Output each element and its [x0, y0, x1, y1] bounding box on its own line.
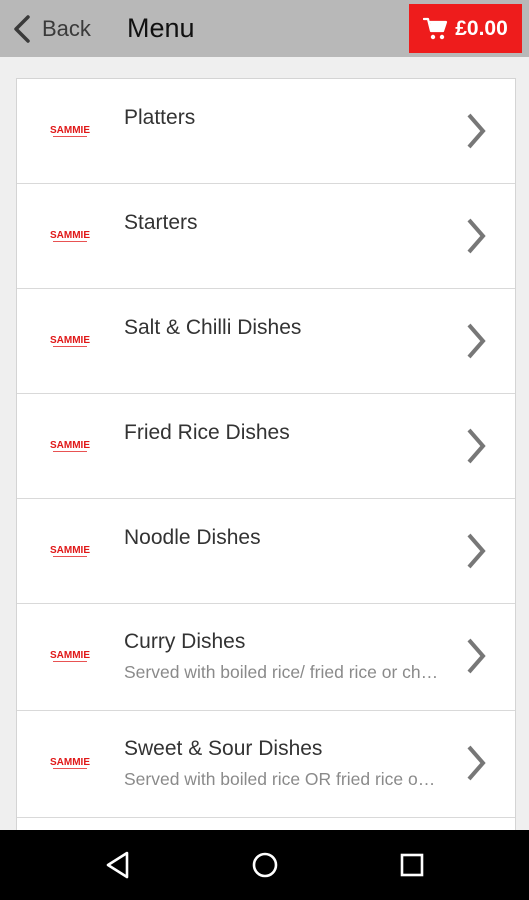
- category-title: Sweet & Sour Dishes: [124, 737, 323, 760]
- back-triangle-icon[interactable]: [103, 850, 133, 880]
- back-button[interactable]: Back: [12, 0, 91, 57]
- category-title: Fried Rice Dishes: [124, 421, 290, 444]
- menu-category-curry[interactable]: SAMMIE Curry Dishes Served with boiled r…: [17, 604, 515, 711]
- svg-text:SAMMIE: SAMMIE: [50, 230, 90, 241]
- svg-text:SAMMIE: SAMMIE: [50, 125, 90, 136]
- svg-text:SAMMIE: SAMMIE: [50, 335, 90, 346]
- chevron-right-icon: [465, 744, 487, 782]
- category-title: Platters: [124, 106, 196, 129]
- sammie-logo: SAMMIE: [45, 228, 95, 244]
- svg-text:SAMMIE: SAMMIE: [50, 650, 90, 661]
- home-circle-icon[interactable]: [250, 850, 280, 880]
- system-nav-bar: [0, 830, 529, 900]
- sammie-logo: SAMMIE: [45, 123, 95, 139]
- sammie-logo: SAMMIE: [45, 648, 95, 664]
- menu-category-noodle[interactable]: SAMMIE Noodle Dishes: [17, 499, 515, 604]
- sammie-logo: SAMMIE: [45, 543, 95, 559]
- back-label: Back: [42, 15, 91, 41]
- category-title: Noodle Dishes: [124, 526, 261, 549]
- svg-text:SAMMIE: SAMMIE: [50, 545, 90, 556]
- menu-category-sweet-sour[interactable]: SAMMIE Sweet & Sour Dishes Served with b…: [17, 711, 515, 818]
- cart-button[interactable]: £0.00: [409, 4, 522, 53]
- category-title: Curry Dishes: [124, 630, 246, 653]
- chevron-left-icon: [14, 14, 30, 43]
- chevron-right-icon: [465, 112, 487, 150]
- sammie-logo: SAMMIE: [45, 755, 95, 771]
- category-title: Starters: [124, 211, 198, 234]
- page-title: Menu: [127, 13, 195, 43]
- sammie-logo: SAMMIE: [45, 438, 95, 454]
- sammie-logo: SAMMIE: [45, 333, 95, 349]
- menu-category-starters[interactable]: SAMMIE Starters: [17, 184, 515, 289]
- chevron-right-icon: [465, 322, 487, 360]
- category-title: Salt & Chilli Dishes: [124, 316, 302, 339]
- chevron-right-icon: [465, 427, 487, 465]
- cart-total: £0.00: [455, 16, 508, 40]
- category-subtitle: Served with boiled rice/ fried rice or c…: [124, 662, 439, 682]
- menu-category-platters[interactable]: SAMMIE Platters: [17, 79, 515, 184]
- menu-category-salt-chilli[interactable]: SAMMIE Salt & Chilli Dishes: [17, 289, 515, 394]
- menu-category-list: SAMMIE Platters SAMMIE Starters SAMMIE S…: [16, 78, 516, 832]
- recents-square-icon[interactable]: [397, 850, 427, 880]
- menu-category-fried-rice[interactable]: SAMMIE Fried Rice Dishes: [17, 394, 515, 499]
- cart-icon: [423, 17, 448, 39]
- chevron-right-icon: [465, 532, 487, 570]
- chevron-right-icon: [465, 217, 487, 255]
- svg-text:SAMMIE: SAMMIE: [50, 440, 90, 451]
- category-subtitle: Served with boiled rice OR fried rice or…: [124, 769, 439, 789]
- chevron-right-icon: [465, 637, 487, 675]
- svg-text:SAMMIE: SAMMIE: [50, 757, 90, 768]
- app-bar: Back Menu £0.00: [0, 0, 529, 57]
